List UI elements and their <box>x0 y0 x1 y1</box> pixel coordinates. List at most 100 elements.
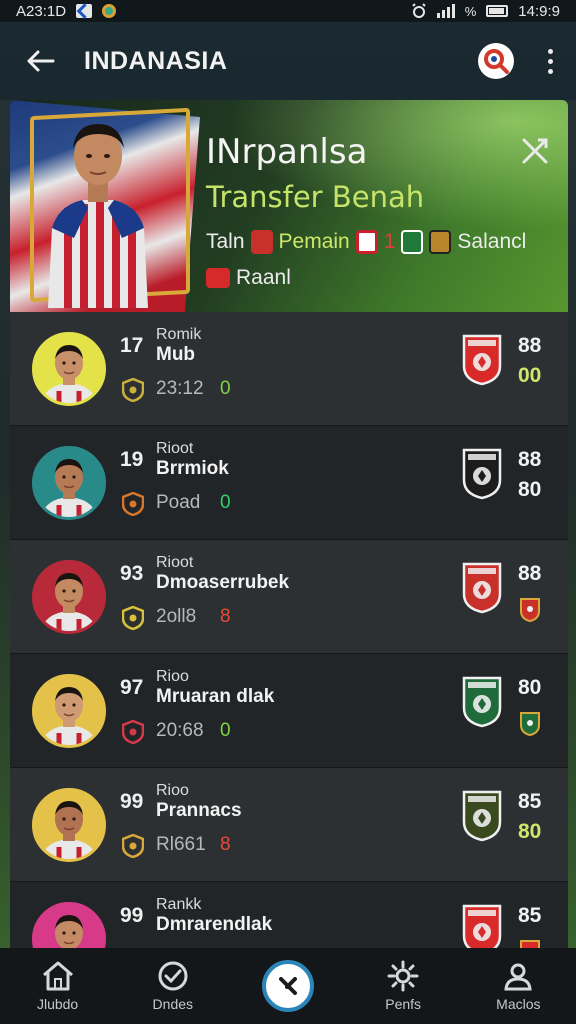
green-badge-icon <box>401 230 424 254</box>
player-rating-secondary: 80 <box>518 478 542 501</box>
hero-subtitle: Transfer Benah <box>206 180 425 214</box>
player-status-mark: 8 <box>220 606 231 627</box>
player-name: Mruaran dlak <box>156 686 275 707</box>
nav-settings[interactable]: Penfs <box>353 960 453 1012</box>
shield-icon <box>122 834 144 858</box>
nav-home[interactable]: Jlubdo <box>8 960 108 1012</box>
player-number: 19 <box>120 448 144 471</box>
player-row[interactable]: 17 Romik Mub 23:12 0 88 00 <box>10 312 568 426</box>
club-crest-icon <box>462 448 502 500</box>
check-circle-icon <box>158 961 188 991</box>
hero-meta-prefix: Taln <box>206 230 245 253</box>
signal-icon <box>436 4 455 18</box>
signal-text: % <box>464 3 477 19</box>
shield-icon <box>122 720 144 744</box>
battery-icon <box>486 5 509 17</box>
status-time-left: A23:1D <box>16 2 67 20</box>
player-name: Prannacs <box>156 800 242 821</box>
more-dot-icon <box>547 68 553 74</box>
featured-player-banner[interactable]: INrpanlsa Transfer Benah Taln Pemain 1 S… <box>10 100 568 312</box>
notification-app-icon <box>76 4 93 18</box>
player-name: Mub <box>156 344 196 365</box>
player-number: 17 <box>120 334 144 357</box>
player-rating-secondary: 00 <box>518 364 542 387</box>
shield-icon <box>122 606 144 630</box>
player-status-mark: 0 <box>220 720 231 741</box>
player-avatar <box>32 559 106 634</box>
nav-check[interactable]: Dndes <box>123 960 223 1012</box>
player-stat: 23:12 <box>156 378 204 399</box>
player-number: 99 <box>120 790 144 813</box>
hero-meta-suffix: Salancl <box>457 230 527 253</box>
player-rating: 80 <box>518 676 542 699</box>
search-icon <box>484 49 509 74</box>
nav-center-action[interactable] <box>238 960 338 1012</box>
player-row[interactable]: 19 Rioot Brrmiok Poad 0 88 80 <box>10 426 568 540</box>
player-face-icon <box>35 676 103 745</box>
player-name: Dmrarendlak <box>156 914 273 935</box>
hero-meta-row-2: Raanl <box>206 266 291 290</box>
player-stat: 20:68 <box>156 720 204 741</box>
player-stat: Rl661 <box>156 834 206 855</box>
emblem-badge-icon <box>429 230 452 254</box>
app-bar: INDANASIA <box>0 22 576 100</box>
person-icon <box>504 963 533 991</box>
player-position: Rioot <box>156 554 194 571</box>
swap-icon[interactable] <box>520 136 550 166</box>
player-face-icon <box>35 334 103 403</box>
home-icon <box>42 961 73 991</box>
club-crest-icon <box>462 676 502 728</box>
bottom-navigation: Jlubdo Dndes Penfs Maclos <box>0 948 576 1024</box>
player-face-icon <box>35 562 103 631</box>
close-icon <box>278 977 297 995</box>
player-row[interactable]: 97 Rioo Mruaran dlak 20:68 0 80 <box>10 654 568 768</box>
player-position: Rioot <box>156 440 194 457</box>
player-status-mark: 8 <box>220 834 231 855</box>
club-crest-icon <box>462 562 502 614</box>
player-rating: 85 <box>518 904 542 927</box>
club-crest-icon <box>462 790 502 842</box>
hero-player-name: INrpanlsa <box>206 132 368 172</box>
player-position: Romik <box>156 326 202 343</box>
nav-home-label: Jlubdo <box>36 996 79 1012</box>
nav-check-label: Dndes <box>152 996 194 1012</box>
player-position: Rioo <box>156 668 189 685</box>
player-row[interactable]: 99 Rioo Prannacs Rl661 8 85 80 <box>10 768 568 882</box>
center-action-button[interactable] <box>261 960 314 1012</box>
shield-icon <box>122 492 144 516</box>
back-button[interactable] <box>20 41 60 81</box>
player-number: 99 <box>120 904 144 927</box>
club-badge-icon <box>250 230 273 254</box>
player-name: Dmoaserrubek <box>156 572 290 593</box>
player-avatar <box>32 331 106 406</box>
player-rating-secondary: 80 <box>518 820 542 843</box>
status-time-right: 14:9:9 <box>518 2 560 20</box>
arrow-left-icon <box>27 50 55 72</box>
player-row[interactable]: 93 Rioot Dmoaserrubek 2oll8 8 88 <box>10 540 568 654</box>
nav-settings-label: Penfs <box>385 996 422 1012</box>
shield-icon <box>122 378 144 402</box>
more-options-button[interactable] <box>544 46 556 76</box>
player-rating: 85 <box>518 790 542 813</box>
nav-profile[interactable]: Maclos <box>468 960 568 1012</box>
search-button[interactable] <box>478 43 514 79</box>
player-rating: 88 <box>518 334 542 357</box>
gear-icon <box>387 960 419 992</box>
player-name: Brrmiok <box>156 458 229 479</box>
chrome-icon <box>102 4 117 18</box>
player-stat: Poad <box>156 492 201 513</box>
player-avatar <box>32 787 106 862</box>
player-status-mark: 0 <box>220 378 231 399</box>
hero-meta-number: 1 <box>383 230 396 253</box>
player-portrait-icon <box>48 124 148 308</box>
alarm-icon <box>412 3 426 18</box>
team-flag-icon <box>206 268 230 288</box>
page-title: INDANASIA <box>84 46 228 75</box>
more-dot-icon <box>547 58 553 64</box>
hero-meta-green: Pemain <box>278 230 350 253</box>
shield-badge-icon <box>355 230 378 254</box>
hero-meta2-text: Raanl <box>236 266 291 289</box>
player-avatar <box>32 673 106 748</box>
player-rating: 88 <box>518 562 542 585</box>
player-position: Rioo <box>156 782 189 799</box>
